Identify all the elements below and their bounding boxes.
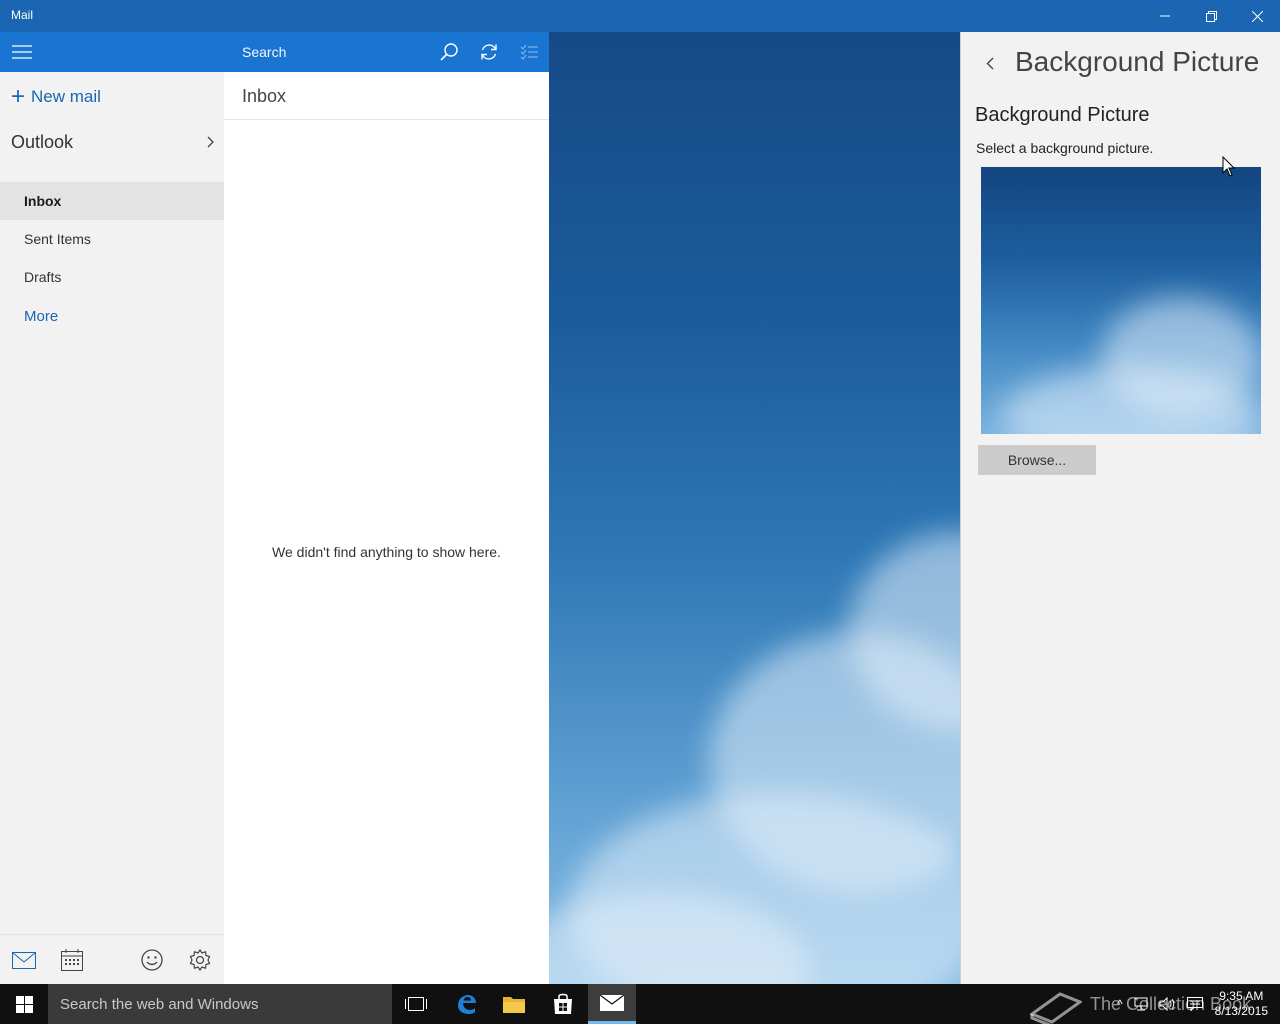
folder-label: Drafts	[24, 269, 62, 285]
folder-label: Inbox	[24, 193, 62, 209]
system-tray: ^ 9:35 AM 8/13/2015	[1117, 984, 1268, 1024]
settings-button[interactable]	[187, 947, 213, 973]
account-name: Outlook	[11, 131, 74, 152]
network-icon[interactable]	[1133, 997, 1149, 1011]
taskbar: Search the web and Windows The Collectio…	[0, 984, 1280, 1024]
more-label: More	[24, 307, 59, 325]
title-bar: Mail	[0, 0, 1280, 32]
clock-time: 9:35 AM	[1219, 989, 1264, 1003]
checklist-icon	[520, 44, 538, 60]
action-center-icon[interactable]	[1186, 997, 1203, 1011]
folder-sent-items[interactable]: Sent Items	[0, 220, 224, 258]
folder-title: Inbox	[242, 86, 287, 106]
app-title: Mail	[11, 8, 34, 22]
mail-switch-button[interactable]	[11, 947, 37, 973]
minimize-button[interactable]	[1142, 0, 1188, 32]
gear-icon	[189, 949, 211, 971]
edge-icon	[458, 995, 476, 1014]
folder-header: Inbox	[224, 72, 549, 120]
file-explorer-button[interactable]	[490, 984, 538, 1024]
folder-icon	[503, 997, 525, 1013]
edge-taskbar-button[interactable]	[442, 984, 490, 1024]
chevron-left-icon	[986, 57, 994, 69]
folder-label: Sent Items	[24, 231, 91, 247]
folder-inbox[interactable]: Inbox	[0, 182, 224, 220]
account-outlook[interactable]: Outlook	[11, 130, 215, 154]
calendar-switch-button[interactable]	[59, 947, 85, 973]
message-list-toolbar: Search	[224, 32, 549, 72]
search-input[interactable]: Search	[242, 44, 286, 60]
search-icon	[440, 43, 458, 61]
empty-state-message: We didn't find anything to show here.	[272, 544, 501, 560]
plus-icon: +	[11, 83, 26, 110]
reading-pane-background	[549, 32, 960, 984]
smiley-icon	[141, 949, 163, 971]
store-button[interactable]	[539, 984, 587, 1024]
taskbar-search-box[interactable]: Search the web and Windows	[48, 984, 392, 1024]
background-preview-image	[981, 167, 1261, 434]
select-mode-button[interactable]	[517, 40, 541, 64]
windows-logo-icon	[15, 995, 33, 1013]
clock-date: 8/13/2015	[1214, 1004, 1268, 1018]
store-icon	[554, 993, 572, 1014]
taskbar-search-placeholder: Search the web and Windows	[60, 995, 259, 1013]
section-description: Select a background picture.	[976, 140, 1154, 156]
browse-button[interactable]: Browse...	[978, 445, 1096, 475]
navigation-pane: + New mail Outlook Inbox Sent Items Draf…	[0, 32, 224, 984]
section-title: Background Picture	[975, 104, 1150, 126]
sync-icon	[481, 44, 497, 60]
panel-title: Background Picture	[1015, 46, 1260, 77]
mail-taskbar-button[interactable]	[588, 984, 636, 1024]
start-button[interactable]	[0, 984, 48, 1024]
calendar-icon	[61, 949, 83, 971]
feedback-button[interactable]	[139, 947, 165, 973]
hamburger-menu-button[interactable]	[10, 40, 34, 64]
task-view-button[interactable]	[392, 984, 440, 1024]
clock[interactable]: 9:35 AM 8/13/2015	[1215, 989, 1268, 1019]
restore-icon	[1205, 10, 1217, 22]
sync-button[interactable]	[477, 40, 501, 64]
book-icon	[1030, 992, 1082, 1024]
close-icon	[1251, 10, 1263, 22]
nav-header	[0, 32, 224, 72]
chevron-right-icon	[207, 136, 214, 148]
task-view-icon	[405, 997, 427, 1011]
mail-icon	[12, 951, 36, 969]
mail-icon	[600, 994, 624, 1011]
folder-drafts[interactable]: Drafts	[0, 258, 224, 296]
search-button[interactable]	[437, 40, 461, 64]
minimize-icon	[1160, 15, 1170, 17]
show-hidden-icons-button[interactable]: ^	[1117, 997, 1123, 1011]
new-mail-label: New mail	[31, 87, 101, 106]
mouse-cursor-icon	[1222, 156, 1236, 177]
new-mail-button[interactable]: + New mail	[11, 84, 101, 110]
hamburger-icon	[12, 45, 32, 59]
close-button[interactable]	[1234, 0, 1280, 32]
volume-icon[interactable]	[1159, 997, 1177, 1011]
message-list-pane: Search Inbox We didn't find anything to …	[224, 32, 549, 984]
more-folders-link[interactable]: More	[0, 297, 224, 335]
back-button[interactable]	[979, 52, 1001, 74]
restore-button[interactable]	[1188, 0, 1234, 32]
nav-bottom-bar	[0, 934, 224, 984]
